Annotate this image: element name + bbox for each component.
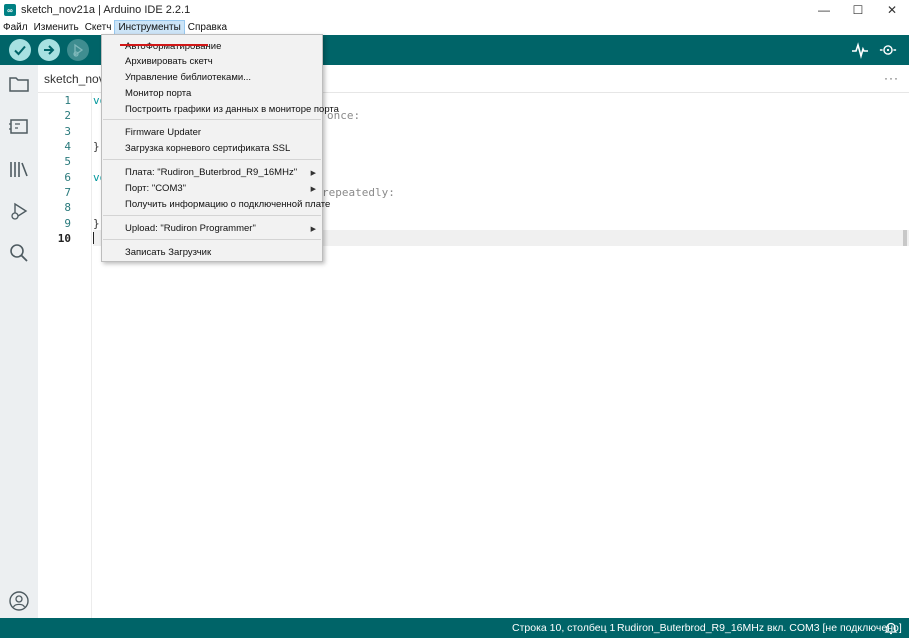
menu-item-burn-bootloader[interactable]: Записать Загрузчик — [125, 247, 211, 258]
line-number: 2 — [64, 109, 71, 122]
board-icon — [9, 119, 28, 134]
scrollbar-marker[interactable] — [903, 230, 907, 246]
arduino-logo-icon: ∞ — [4, 4, 16, 16]
serial-monitor-button[interactable] — [879, 41, 897, 59]
debug-icon — [11, 202, 28, 220]
minimize-button[interactable]: — — [807, 0, 841, 20]
menu-separator — [103, 239, 321, 240]
bell-icon — [884, 622, 898, 635]
line-number-current: 10 — [57, 232, 71, 245]
maximize-button[interactable]: ☐ — [841, 0, 875, 20]
account-button[interactable] — [8, 590, 30, 612]
line-number: 8 — [64, 201, 71, 214]
menu-item-board[interactable]: Плата: "Rudiron_Buterbrod_R9_16MHz" — [125, 167, 297, 178]
account-icon — [9, 591, 29, 611]
menu-bar: Файл Изменить Скетч Инструменты Справка — [0, 20, 909, 35]
debug-icon — [73, 43, 84, 57]
menu-item-programmer[interactable]: Upload: "Rudiron Programmer" — [125, 223, 256, 234]
search-button[interactable] — [8, 242, 30, 264]
debug-button[interactable] — [67, 39, 89, 61]
menu-item-board-info[interactable]: Получить информацию о подключенной плате — [125, 199, 330, 210]
boards-manager-button[interactable] — [8, 115, 30, 137]
menu-item-library-manager[interactable]: Управление библиотеками... — [125, 72, 251, 83]
line-number: 5 — [64, 155, 71, 168]
window-controls: — ☐ ✕ — [807, 0, 909, 20]
menu-file[interactable]: Файл — [0, 20, 31, 35]
check-icon — [14, 45, 26, 56]
submenu-arrow-icon: ▶ — [310, 226, 316, 233]
menu-separator — [103, 159, 321, 160]
menu-item-upload-ssl[interactable]: Загрузка корневого сертификата SSL — [125, 143, 290, 154]
notifications-button[interactable] — [884, 621, 898, 635]
window-title: sketch_nov21a | Arduino IDE 2.2.1 — [21, 4, 191, 16]
cursor-position: Строка 10, столбец 1 — [512, 622, 616, 634]
library-manager-button[interactable] — [8, 158, 30, 180]
title-bar: ∞ sketch_nov21a | Arduino IDE 2.2.1 — ☐ … — [0, 0, 909, 20]
serial-plotter-button[interactable] — [851, 41, 869, 59]
status-bar: Строка 10, столбец 1 Rudiron_Buterbrod_R… — [0, 618, 909, 638]
line-number: 9 — [64, 217, 71, 230]
search-icon — [10, 244, 28, 262]
close-button[interactable]: ✕ — [875, 0, 909, 20]
line-number: 1 — [64, 94, 71, 107]
line-number: 4 — [64, 140, 71, 153]
serial-monitor-icon — [879, 45, 897, 55]
tools-menu: АвтоФорматирование Архивировать скетч Уп… — [101, 34, 339, 262]
menu-tools[interactable]: Инструменты — [114, 20, 185, 35]
code-line-4: } — [93, 140, 100, 153]
menu-sketch[interactable]: Скетч — [82, 20, 115, 35]
more-options-button[interactable]: ··· — [884, 71, 899, 85]
line-number-gutter: 1 2 3 4 5 6 7 8 9 10 — [38, 93, 92, 618]
left-sidebar — [0, 65, 38, 618]
folder-icon — [9, 77, 29, 92]
arrow-right-icon — [44, 45, 55, 55]
library-icon — [10, 162, 28, 177]
menu-item-serial-monitor[interactable]: Монитор порта — [125, 88, 191, 99]
menu-edit[interactable]: Изменить — [31, 20, 82, 35]
line-number: 3 — [64, 125, 71, 138]
menu-item-archive-sketch[interactable]: Архивировать скетч — [125, 56, 213, 67]
submenu-arrow-icon: ▶ — [310, 186, 316, 193]
menu-separator — [103, 215, 321, 216]
menu-item-port[interactable]: Порт: "COM3" — [125, 183, 186, 194]
verify-button[interactable] — [9, 39, 31, 61]
board-status[interactable]: Rudiron_Buterbrod_R9_16MHz вкл. COM3 [не… — [617, 622, 902, 634]
upload-button[interactable] — [38, 39, 60, 61]
line-number: 7 — [64, 186, 71, 199]
debug-panel-button[interactable] — [8, 200, 30, 222]
menu-item-serial-plotter[interactable]: Построить графики из данных в мониторе п… — [125, 104, 339, 115]
autoformat-highlight-underline — [120, 44, 208, 46]
menu-help[interactable]: Справка — [185, 20, 230, 35]
code-comment-loop: repeatedly: — [322, 186, 395, 199]
submenu-arrow-icon: ▶ — [310, 170, 316, 177]
code-line-9: } — [93, 217, 100, 230]
menu-separator — [103, 119, 321, 120]
sketchbook-button[interactable] — [8, 73, 30, 95]
menu-item-firmware-updater[interactable]: Firmware Updater — [125, 127, 201, 138]
menu-item-autoformat[interactable]: АвтоФорматирование — [125, 41, 221, 52]
line-number: 6 — [64, 171, 71, 184]
text-cursor — [93, 232, 94, 244]
pulse-icon — [852, 42, 868, 59]
